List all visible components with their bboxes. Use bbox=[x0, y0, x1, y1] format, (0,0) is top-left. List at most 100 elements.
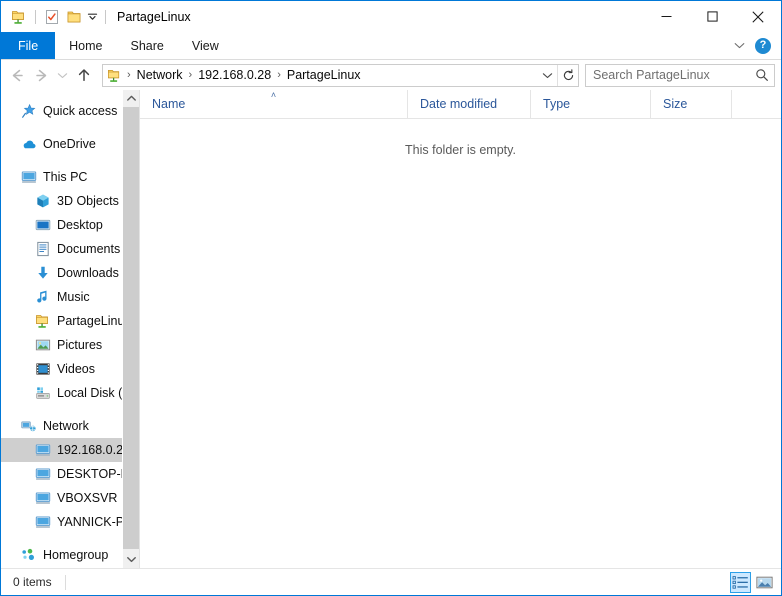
up-button[interactable] bbox=[72, 63, 96, 87]
empty-folder-message: This folder is empty. bbox=[140, 119, 781, 568]
sidebar-item-documents[interactable]: Documents bbox=[1, 237, 139, 261]
share-folder-icon[interactable] bbox=[8, 6, 30, 28]
sidebar-item-yannick-pc[interactable]: YANNICK-PC bbox=[1, 510, 139, 534]
large-icons-view-button[interactable] bbox=[754, 572, 775, 593]
column-header-name[interactable]: ˄ Name bbox=[140, 90, 408, 118]
column-header-label: Date modified bbox=[420, 97, 497, 111]
help-icon[interactable]: ? bbox=[755, 38, 771, 54]
music-note-icon bbox=[35, 289, 51, 305]
caption-buttons bbox=[643, 1, 781, 32]
sidebar-item-quick-access[interactable]: Quick access bbox=[1, 99, 139, 123]
quick-access-star-icon bbox=[21, 103, 37, 119]
breadcrumb-separator-1[interactable]: › bbox=[187, 69, 195, 81]
sidebar-item-label: 192.168.0.28 bbox=[57, 443, 130, 457]
sidebar-item-label: Quick access bbox=[43, 104, 117, 118]
sidebar-item-local-disk[interactable]: Local Disk (C:) bbox=[1, 381, 139, 405]
this-pc-monitor-icon bbox=[21, 169, 37, 185]
tab-file[interactable]: File bbox=[1, 32, 55, 59]
qat-separator-2 bbox=[105, 10, 106, 24]
3d-objects-icon bbox=[35, 193, 51, 209]
breadcrumb-separator-2[interactable]: › bbox=[275, 69, 283, 81]
column-header-size[interactable]: Size bbox=[651, 90, 732, 118]
sidebar-item-label: OneDrive bbox=[43, 137, 96, 151]
maximize-button[interactable] bbox=[689, 1, 735, 32]
homegroup-icon bbox=[21, 547, 37, 563]
sidebar-item-downloads[interactable]: Downloads bbox=[1, 261, 139, 285]
refresh-icon[interactable] bbox=[557, 65, 578, 86]
sidebar-item-onedrive[interactable]: OneDrive bbox=[1, 132, 139, 156]
computer-icon bbox=[35, 490, 51, 506]
breadcrumb-item-host[interactable]: 192.168.0.28 bbox=[194, 68, 275, 82]
sidebar-gap-4 bbox=[1, 534, 139, 543]
sidebar-item-192-168-0-28[interactable]: 192.168.0.28 bbox=[1, 438, 139, 462]
sidebar-item-desktop-m1i5n[interactable]: DESKTOP-M1I5N bbox=[1, 462, 139, 486]
navigation-pane: Quick access OneDrive This PC bbox=[1, 90, 139, 568]
scroll-down-arrow-icon[interactable] bbox=[123, 551, 139, 568]
computer-icon bbox=[35, 514, 51, 530]
sidebar-item-music[interactable]: Music bbox=[1, 285, 139, 309]
column-header-filler[interactable] bbox=[732, 90, 781, 118]
forward-button[interactable] bbox=[29, 63, 53, 87]
window-title: PartageLinux bbox=[117, 10, 191, 24]
breadcrumb-separator-0[interactable]: › bbox=[125, 69, 133, 81]
column-header-date-modified[interactable]: Date modified bbox=[408, 90, 531, 118]
search-box[interactable] bbox=[585, 64, 775, 87]
network-icon bbox=[21, 418, 37, 434]
sidebar-item-vboxsvr[interactable]: VBOXSVR bbox=[1, 486, 139, 510]
downloads-arrow-icon bbox=[35, 265, 51, 281]
title-bar: PartageLinux bbox=[1, 1, 781, 32]
properties-icon[interactable] bbox=[41, 6, 63, 28]
sidebar-item-label: Videos bbox=[57, 362, 95, 376]
onedrive-cloud-icon bbox=[21, 136, 37, 152]
ribbon-tab-bar: File Home Share View ? bbox=[1, 32, 781, 60]
address-dropdown-chevron-icon[interactable] bbox=[537, 65, 557, 86]
new-folder-icon[interactable] bbox=[63, 6, 85, 28]
search-input[interactable] bbox=[586, 67, 750, 83]
sidebar-item-label: Network bbox=[43, 419, 89, 433]
sidebar-item-desktop[interactable]: Desktop bbox=[1, 213, 139, 237]
customize-quick-access-chevron-icon[interactable] bbox=[85, 6, 100, 28]
tab-view[interactable]: View bbox=[178, 32, 233, 59]
back-button[interactable] bbox=[5, 63, 29, 87]
scroll-up-arrow-icon[interactable] bbox=[123, 90, 139, 107]
file-explorer-window: PartageLinux File Home Share View ? bbox=[0, 0, 782, 596]
sidebar-item-videos[interactable]: Videos bbox=[1, 357, 139, 381]
tab-home[interactable]: Home bbox=[55, 32, 116, 59]
sidebar-item-label: Desktop bbox=[57, 218, 103, 232]
sidebar-item-label: VBOXSVR bbox=[57, 491, 117, 505]
recent-locations-chevron-icon[interactable] bbox=[53, 63, 72, 87]
tab-share[interactable]: Share bbox=[117, 32, 178, 59]
sidebar-item-3d-objects[interactable]: 3D Objects bbox=[1, 189, 139, 213]
sidebar-item-partagelinux[interactable]: PartageLinux (19 bbox=[1, 309, 139, 333]
minimize-button[interactable] bbox=[643, 1, 689, 32]
status-bar: 0 items bbox=[1, 568, 781, 595]
details-view-button[interactable] bbox=[730, 572, 751, 593]
sidebar-item-label: Downloads bbox=[57, 266, 119, 280]
breadcrumb-item-partagelinux[interactable]: PartageLinux bbox=[283, 68, 365, 82]
pictures-icon bbox=[35, 337, 51, 353]
navigation-pane-scrollbar[interactable] bbox=[122, 90, 139, 568]
file-list-pane: ˄ Name Date modified Type Size This fold… bbox=[140, 90, 781, 568]
column-header-label: Type bbox=[543, 97, 570, 111]
breadcrumb-item-network[interactable]: Network bbox=[133, 68, 187, 82]
scrollbar-thumb[interactable] bbox=[123, 107, 139, 549]
sidebar-item-homegroup[interactable]: Homegroup bbox=[1, 543, 139, 567]
sidebar-item-network[interactable]: Network bbox=[1, 414, 139, 438]
sidebar-item-label: 3D Objects bbox=[57, 194, 119, 208]
close-button[interactable] bbox=[735, 1, 781, 32]
column-header-type[interactable]: Type bbox=[531, 90, 651, 118]
desktop-icon bbox=[35, 217, 51, 233]
sort-ascending-caret-icon: ˄ bbox=[271, 91, 276, 100]
sidebar-gap-1 bbox=[1, 123, 139, 132]
sidebar-item-pictures[interactable]: Pictures bbox=[1, 333, 139, 357]
sidebar-gap-2 bbox=[1, 156, 139, 165]
item-count-label: 0 items bbox=[13, 575, 52, 589]
ribbon-right-controls: ? bbox=[731, 32, 777, 59]
navigation-tree: Quick access OneDrive This PC bbox=[1, 90, 139, 567]
column-header-label: Size bbox=[663, 97, 687, 111]
breadcrumb[interactable]: › Network › 192.168.0.28 › PartageLinux bbox=[102, 64, 579, 87]
sidebar-gap-3 bbox=[1, 405, 139, 414]
search-icon[interactable] bbox=[750, 68, 774, 82]
chevron-down-icon[interactable] bbox=[731, 36, 747, 56]
sidebar-item-this-pc[interactable]: This PC bbox=[1, 165, 139, 189]
